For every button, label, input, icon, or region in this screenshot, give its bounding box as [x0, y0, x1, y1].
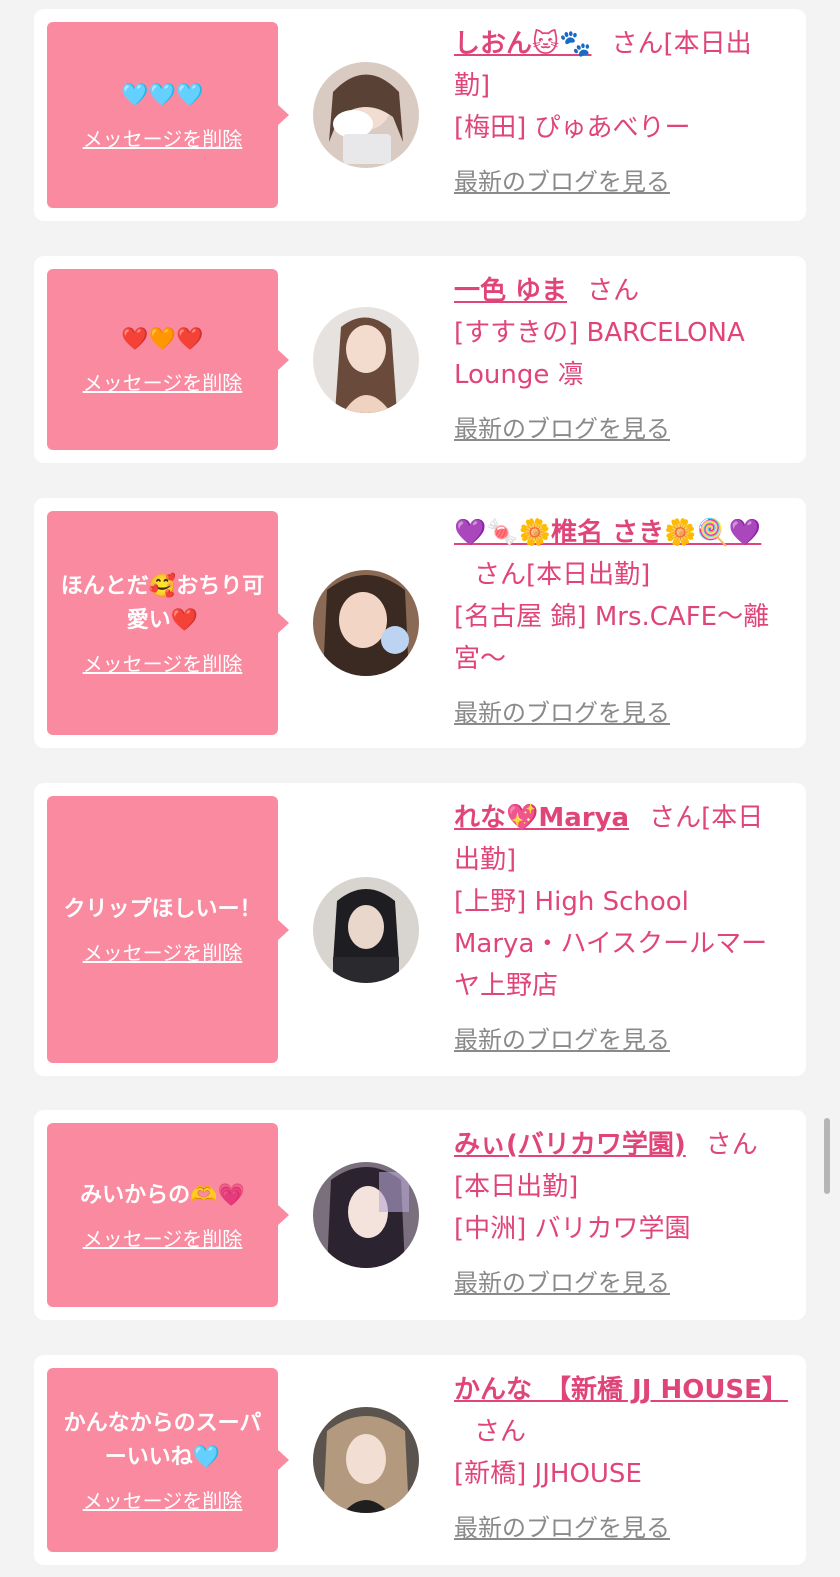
- avatar[interactable]: [313, 1407, 419, 1513]
- girl-name-link[interactable]: 一色 ゆま: [454, 276, 567, 306]
- view-blog-link[interactable]: 最新のブログを見る: [454, 1507, 670, 1549]
- girl-name-link[interactable]: かんな 【新橋 JJ HOUSE】: [454, 1375, 788, 1405]
- honorific: さん: [474, 560, 527, 590]
- view-blog-link[interactable]: 最新のブログを見る: [454, 408, 670, 450]
- message-text: みいからの🫶💗: [80, 1182, 245, 1208]
- favorites-list: 🩵🩵🩵 メッセージを削除 しおん🐱🐾 さん[本日出勤] [梅田] ぴゅあべりー 最…: [0, 0, 840, 1577]
- girl-info: れな💖Marya さん[本日出勤] [上野] High School Marya・…: [454, 797, 786, 1061]
- girl-name-link[interactable]: れな💖Marya: [454, 803, 629, 833]
- shop-name: [新橋] JJHOUSE: [454, 1459, 642, 1489]
- avatar[interactable]: [313, 570, 419, 676]
- view-blog-link[interactable]: 最新のブログを見る: [454, 1262, 670, 1304]
- avatar[interactable]: [313, 876, 419, 983]
- girl-info: みぃ(バリカワ学園) さん [本日出勤] [中洲] バリカワ学園 最新のブログを見…: [454, 1124, 786, 1304]
- view-blog-link[interactable]: 最新のブログを見る: [454, 1019, 670, 1061]
- avatar[interactable]: [313, 1162, 419, 1268]
- delete-message-link[interactable]: メッセージを削除: [83, 937, 243, 966]
- girl-info: 一色 ゆま さん [すすきの] BARCELONA Lounge 凛 最新のブログ…: [454, 270, 786, 450]
- message-bubble: 🩵🩵🩵 メッセージを削除: [47, 22, 289, 208]
- message-bubble: ほんとだ🥰おちり可愛い❤️ メッセージを削除: [47, 511, 289, 735]
- message-text: クリップほしいー！: [63, 897, 262, 922]
- view-blog-link[interactable]: 最新のブログを見る: [454, 692, 670, 734]
- message-bubble: かんなからのスーパーいいね🩵 メッセージを削除: [47, 1368, 289, 1552]
- honorific: さん: [587, 276, 640, 306]
- message-text: 🩵🩵🩵: [121, 82, 204, 108]
- message-text: かんなからのスーパーいいね🩵: [63, 1410, 262, 1470]
- view-blog-link[interactable]: 最新のブログを見る: [454, 161, 670, 203]
- scrollbar[interactable]: [824, 1118, 830, 1194]
- shop-name: [中洲] バリカワ学園: [454, 1214, 691, 1244]
- delete-message-link[interactable]: メッセージを削除: [83, 1485, 243, 1514]
- delete-message-link[interactable]: メッセージを削除: [83, 648, 243, 677]
- list-item: ❤️🧡❤️ メッセージを削除 一色 ゆま さん [すすきの] BARCELONA …: [34, 256, 806, 463]
- avatar[interactable]: [313, 306, 419, 413]
- message-text: ❤️🧡❤️: [121, 327, 204, 352]
- list-item: 🩵🩵🩵 メッセージを削除 しおん🐱🐾 さん[本日出勤] [梅田] ぴゅあべりー 最…: [34, 9, 806, 221]
- shop-name: [梅田] ぴゅあべりー: [454, 113, 691, 143]
- girl-info: かんな 【新橋 JJ HOUSE】さん [新橋] JJHOUSE 最新のブログを…: [454, 1369, 788, 1549]
- girl-info: 💜🍬🌼椎名 さき🌼🍭💜 さん[本日出勤] [名古屋 錦] Mrs.CAFE～離宮～…: [454, 512, 786, 734]
- avatar[interactable]: [313, 62, 419, 168]
- list-item: ほんとだ🥰おちり可愛い❤️ メッセージを削除 💜🍬🌼椎名 さき🌼🍭💜 さん[本日出…: [34, 498, 806, 748]
- delete-message-link[interactable]: メッセージを削除: [83, 1223, 243, 1252]
- delete-message-link[interactable]: メッセージを削除: [83, 123, 243, 152]
- list-item: クリップほしいー！ メッセージを削除 れな💖Marya さん[本日出勤] [上野]…: [34, 783, 806, 1076]
- girl-info: しおん🐱🐾 さん[本日出勤] [梅田] ぴゅあべりー 最新のブログを見る: [454, 23, 786, 203]
- shop-name: [すすきの] BARCELONA Lounge 凛: [454, 318, 745, 390]
- honorific: さん: [474, 1417, 527, 1447]
- delete-message-link[interactable]: メッセージを削除: [83, 367, 243, 396]
- honorific: さん: [705, 1130, 758, 1160]
- list-item: かんなからのスーパーいいね🩵 メッセージを削除 かんな 【新橋 JJ HOUSE…: [34, 1355, 806, 1565]
- list-item: みいからの🫶💗 メッセージを削除 みぃ(バリカワ学園) さん [本日出勤] [中洲…: [34, 1110, 806, 1320]
- girl-name-link[interactable]: みぃ(バリカワ学園): [454, 1130, 686, 1160]
- message-text: ほんとだ🥰おちり可愛い❤️: [60, 573, 265, 633]
- message-bubble: クリップほしいー！ メッセージを削除: [47, 796, 289, 1063]
- message-bubble: ❤️🧡❤️ メッセージを削除: [47, 269, 289, 450]
- status-text: [本日出勤]: [526, 560, 651, 590]
- status-text: [本日出勤]: [454, 1172, 579, 1202]
- girl-name-link[interactable]: 💜🍬🌼椎名 さき🌼🍭💜: [454, 518, 761, 548]
- message-bubble: みいからの🫶💗 メッセージを削除: [47, 1123, 289, 1307]
- shop-name: [名古屋 錦] Mrs.CAFE～離宮～: [454, 602, 770, 674]
- shop-name: [上野] High School Marya・ハイスクールマーヤ上野店: [454, 887, 768, 1001]
- honorific: さん: [611, 29, 664, 59]
- girl-name-link[interactable]: しおん🐱🐾: [454, 29, 591, 59]
- honorific: さん: [649, 803, 702, 833]
